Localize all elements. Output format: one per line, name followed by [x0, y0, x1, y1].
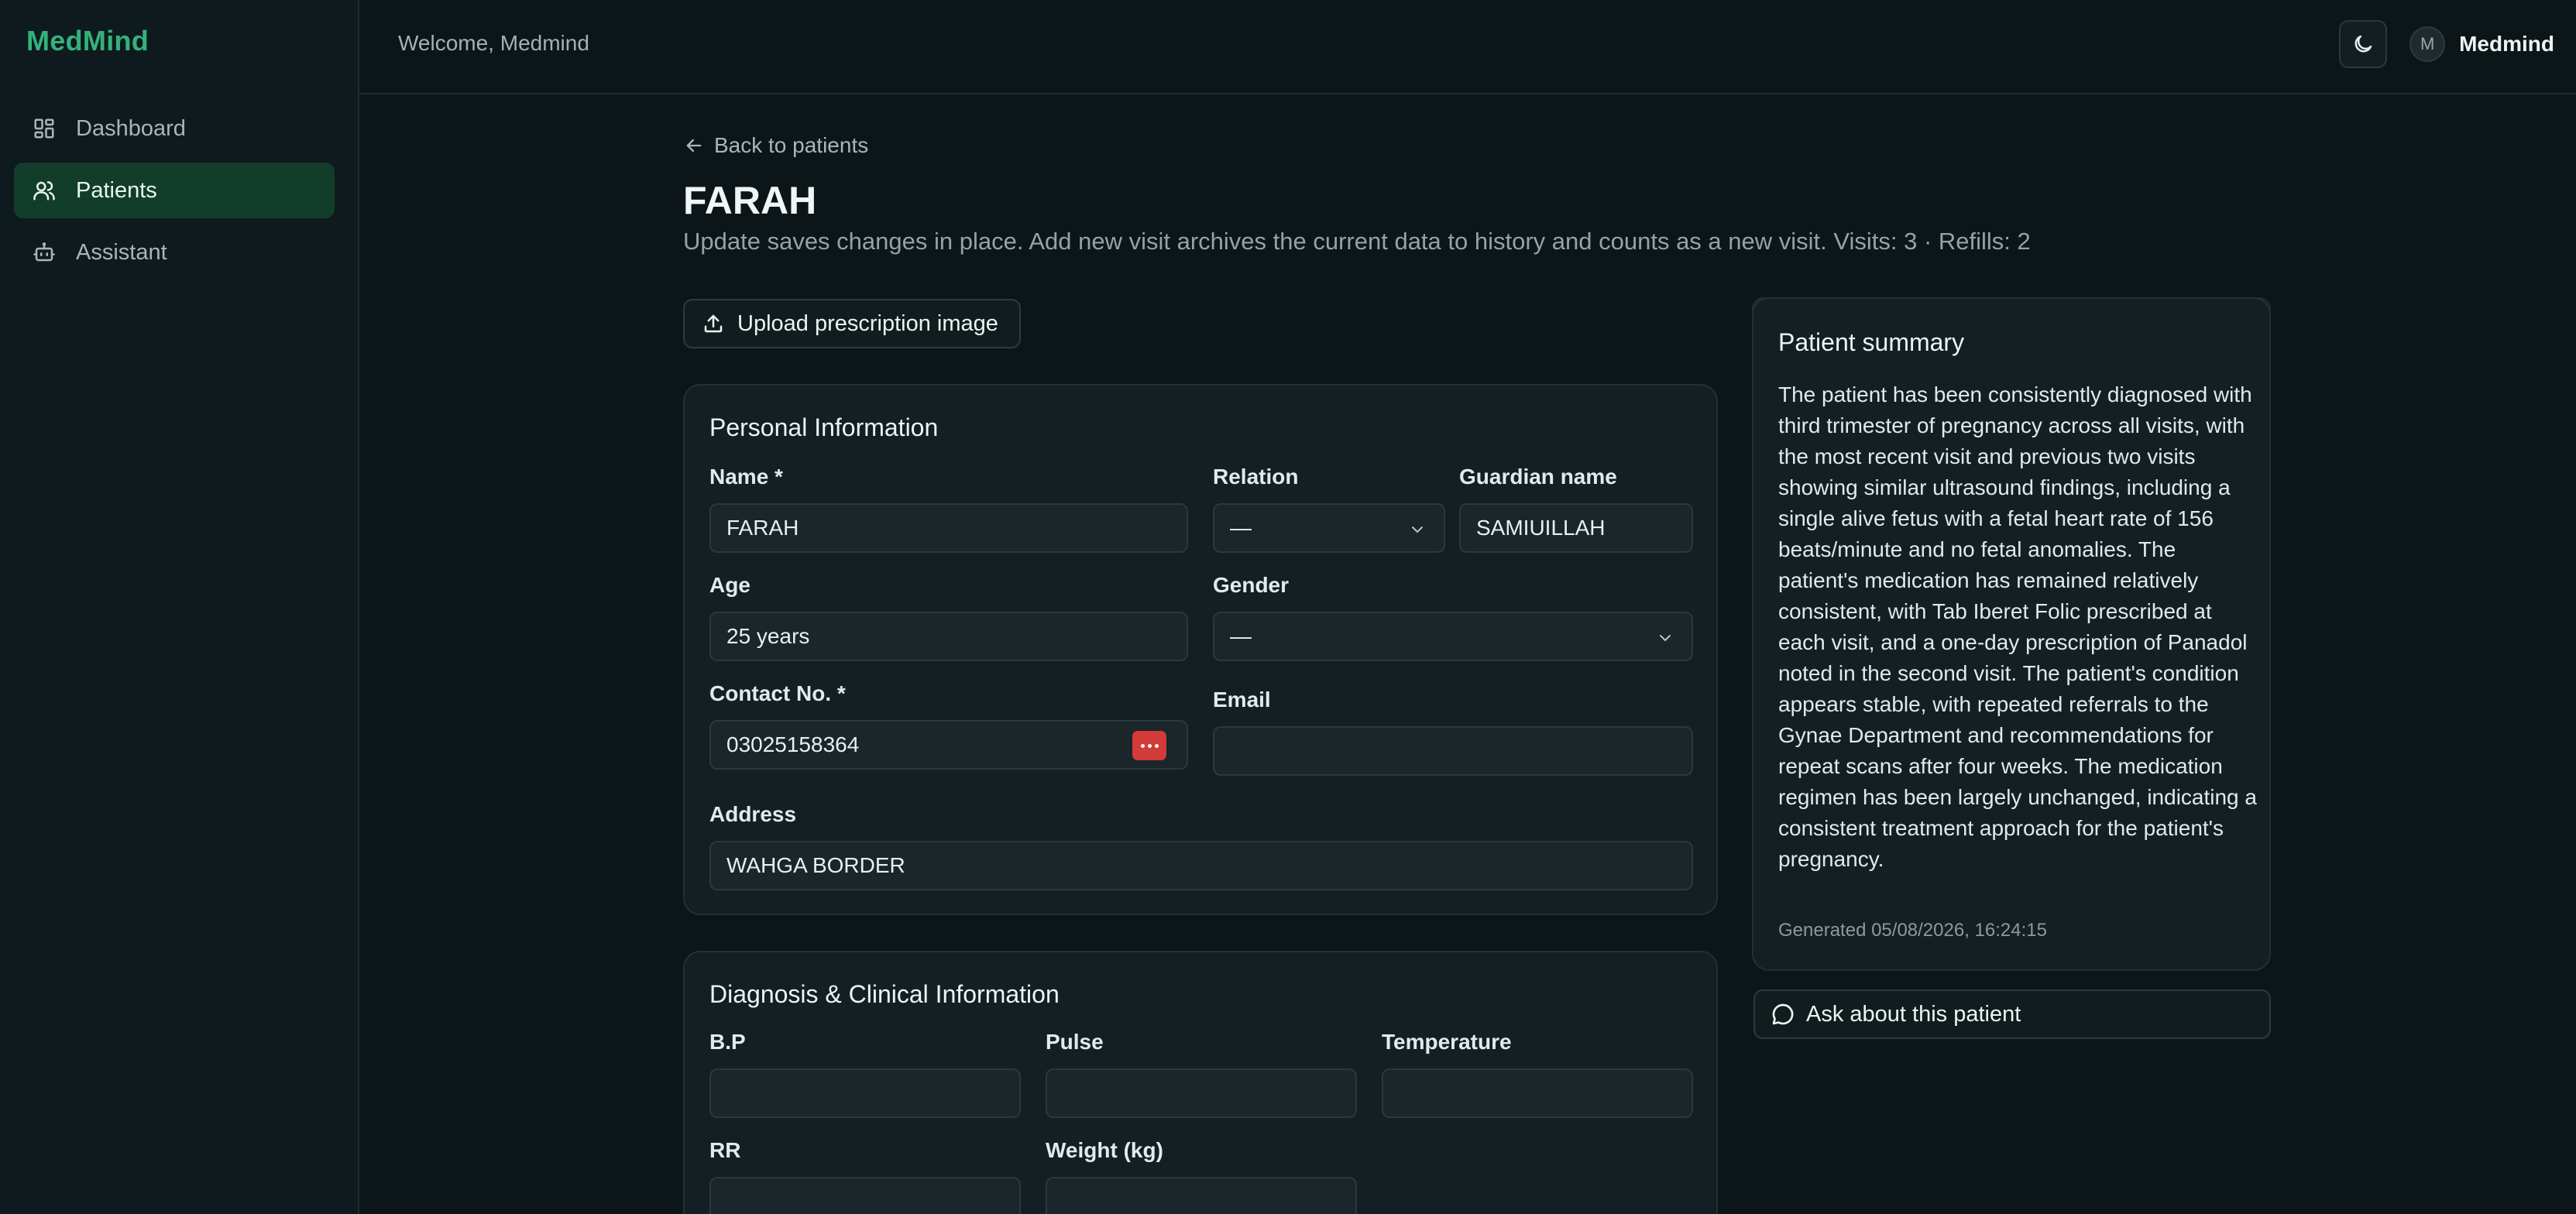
pulse-label: Pulse	[1046, 1030, 1104, 1054]
back-label: Back to patients	[714, 133, 869, 157]
brand-logo[interactable]: MedMind	[26, 25, 149, 57]
sidebar-item-label: Patients	[76, 177, 157, 203]
card-title: Personal Information	[709, 413, 939, 441]
contact-label: Contact No. *	[709, 681, 846, 705]
chevron-down-icon	[1412, 526, 1423, 533]
sidebar-item-dashboard[interactable]: Dashboard	[14, 101, 335, 156]
welcome-text: Welcome, Medmind	[398, 31, 589, 55]
email-field[interactable]	[1213, 726, 1693, 776]
bp-field[interactable]	[709, 1068, 1021, 1118]
weight-field[interactable]	[1046, 1177, 1357, 1214]
contact-value: 03025158364	[726, 732, 860, 756]
age-label: Age	[709, 573, 750, 597]
dot-icon	[1140, 743, 1145, 748]
theme-toggle-button[interactable]	[2339, 20, 2387, 68]
sidebar-item-patients[interactable]: Patients	[14, 163, 335, 218]
ask-label: Ask about this patient	[1806, 1001, 2021, 1027]
temperature-field[interactable]	[1382, 1068, 1693, 1118]
name-field[interactable]: FARAH	[709, 503, 1188, 553]
generated-timestamp: Generated 05/08/2026, 16:24:15	[1778, 920, 2047, 941]
guardian-field[interactable]: SAMIUILLAH	[1459, 503, 1693, 553]
contact-field[interactable]: 03025158364	[709, 720, 1188, 770]
user-menu[interactable]: M Medmind	[2409, 26, 2554, 62]
avatar: M	[2409, 26, 2446, 62]
dashboard-icon	[34, 118, 54, 139]
summary-title: Patient summary	[1778, 328, 1965, 356]
upload-prescription-button[interactable]: Upload prescription image	[683, 299, 1021, 348]
sidebar-item-label: Dashboard	[76, 115, 186, 141]
patient-summary-panel: Patient summary The patient has been con…	[1752, 297, 2271, 971]
pulse-field[interactable]	[1046, 1068, 1357, 1118]
upload-icon	[704, 314, 723, 333]
age-field[interactable]: 25 years	[709, 612, 1188, 661]
app-root: MedMind Dashboard Patients Assistant Wel…	[0, 0, 2576, 1214]
rr-field[interactable]	[709, 1177, 1021, 1214]
personal-information-card: Personal Information Name * FARAH Relati…	[683, 384, 1718, 915]
address-label: Address	[709, 802, 797, 826]
dot-icon	[1154, 743, 1159, 748]
username: Medmind	[2459, 32, 2554, 56]
diagnosis-card: Diagnosis & Clinical Information B.P Pul…	[683, 951, 1718, 1214]
guardian-value: SAMIUILLAH	[1476, 516, 1606, 540]
sidebar: MedMind Dashboard Patients Assistant	[0, 0, 359, 1214]
bp-label: B.P	[709, 1030, 746, 1054]
email-label: Email	[1213, 688, 1271, 712]
name-value: FARAH	[726, 516, 799, 540]
bot-icon	[33, 242, 55, 262]
users-icon	[33, 181, 55, 201]
relation-value: —	[1230, 516, 1252, 540]
gender-value: —	[1230, 624, 1252, 648]
guardian-label: Guardian name	[1459, 465, 1617, 489]
upload-label: Upload prescription image	[737, 310, 998, 336]
dot-icon	[1147, 743, 1152, 748]
gender-label: Gender	[1213, 573, 1290, 597]
gender-select[interactable]: —	[1213, 612, 1693, 661]
contact-more-button[interactable]	[1132, 731, 1166, 760]
topbar: Welcome, Medmind M Medmind	[359, 0, 2576, 94]
rr-label: RR	[709, 1138, 741, 1162]
arrow-left-icon	[686, 139, 702, 153]
relation-label: Relation	[1213, 465, 1299, 489]
card-title: Diagnosis & Clinical Information	[709, 980, 1060, 1008]
page-title: FARAH	[683, 179, 817, 222]
chevron-down-icon	[1660, 635, 1671, 642]
back-to-patients-link[interactable]: Back to patients	[683, 133, 868, 158]
address-field[interactable]: WAHGA BORDER	[709, 841, 1693, 890]
sidebar-nav: Dashboard Patients Assistant	[14, 101, 335, 286]
chat-icon	[1772, 1003, 1794, 1025]
weight-label: Weight (kg)	[1046, 1138, 1163, 1162]
name-label: Name *	[709, 465, 783, 489]
sidebar-item-label: Assistant	[76, 239, 167, 265]
page-subtitle: Update saves changes in place. Add new v…	[683, 228, 2031, 255]
sidebar-item-assistant[interactable]: Assistant	[14, 225, 335, 280]
relation-select[interactable]: —	[1213, 503, 1445, 553]
age-value: 25 years	[726, 624, 810, 648]
moon-icon	[2354, 35, 2372, 53]
summary-text: The patient has been consistently diagno…	[1778, 382, 2257, 871]
temperature-label: Temperature	[1382, 1030, 1512, 1054]
address-value: WAHGA BORDER	[726, 853, 905, 877]
ask-about-patient-button[interactable]: Ask about this patient	[1753, 989, 2271, 1039]
